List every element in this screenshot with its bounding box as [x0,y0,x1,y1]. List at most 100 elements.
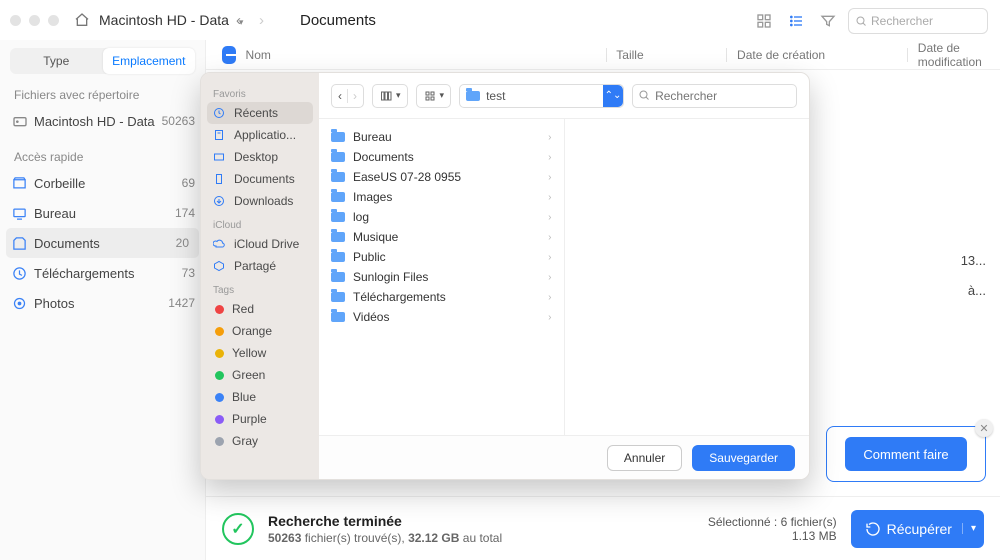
disk-count: 50263 [162,114,195,128]
folder-icon [331,192,345,202]
folder-icon [331,272,345,282]
icloud-icon [213,238,229,250]
main-search[interactable]: Rechercher [848,8,988,34]
tag-dot-icon [215,305,224,314]
icloud-label: iCloud [201,212,319,233]
disk-label: Macintosh HD - Data [34,114,155,129]
fav-item[interactable]: Applicatio... [201,124,319,146]
icloud-item[interactable]: Partagé [201,255,319,277]
sidebar-item-photos[interactable]: Photos1427 [0,288,205,318]
forward-button[interactable]: › [259,12,264,29]
dialog-sidebar: Favoris RécentsApplicatio...DesktopDocum… [201,73,319,479]
tab-location[interactable]: Emplacement [103,48,196,74]
folder-row[interactable]: Téléchargements› [323,287,560,307]
filter-icon[interactable] [820,13,840,29]
save-button[interactable]: Sauvegarder [692,445,795,471]
status-selection: Sélectionné : 6 fichier(s) 1.13 MB [708,515,837,543]
fav-icon [213,173,229,185]
folder-row[interactable]: Bureau› [323,127,560,147]
fav-item[interactable]: Downloads [201,190,319,212]
col-created[interactable]: Date de création [737,48,907,62]
tag-item[interactable]: Purple [201,408,319,430]
icloud-item[interactable]: iCloud Drive [201,233,319,255]
fav-item[interactable]: Desktop [201,146,319,168]
folder-row[interactable]: Sunlogin Files› [323,267,560,287]
tag-item[interactable]: Blue [201,386,319,408]
fav-item[interactable]: Documents [201,168,319,190]
section-repo-label: Fichiers avec répertoire [0,82,205,106]
disk-item[interactable]: Macintosh HD - Data 50263 [0,106,205,136]
close-icon[interactable]: ✕ [975,419,993,437]
dialog-search-input[interactable] [632,84,797,108]
chevron-right-icon: › [548,232,551,243]
back-icon: ‹ [338,89,342,103]
folder-row[interactable]: Documents› [323,147,560,167]
group-by-icon[interactable]: ▾ [416,84,452,108]
col-modified[interactable]: Date de modification [918,41,1000,69]
sidebar-item-documents[interactable]: Documents20 [6,228,199,258]
sidebar-item-téléchargements[interactable]: Téléchargements73 [0,258,205,288]
location-selector[interactable]: Macintosh HD - Data ▾ [99,12,243,28]
icloud-icon [213,260,229,272]
view-columns-icon[interactable]: ▾ [372,84,408,108]
dialog-search[interactable] [632,84,797,108]
location-popup[interactable]: test ⌃⌄ [459,84,624,108]
traffic-lights[interactable] [10,15,59,26]
chevron-down-icon[interactable]: ▾ [962,523,976,534]
tag-dot-icon [215,415,224,424]
item-icon [12,266,34,281]
chevron-right-icon: › [548,132,551,143]
fav-icon [213,129,229,141]
chevron-right-icon: › [548,212,551,223]
select-all-checkbox[interactable] [222,46,236,64]
status-bar: ✓ Recherche terminée 50263 fichier(s) tr… [206,496,1000,560]
sidebar-item-bureau[interactable]: Bureau174 [0,198,205,228]
sidebar-item-corbeille[interactable]: Corbeille69 [0,168,205,198]
folder-row[interactable]: log› [323,207,560,227]
folder-column: Bureau›Documents›EaseUS 07-28 0955›Image… [319,119,565,435]
tag-item[interactable]: Yellow [201,342,319,364]
folder-icon [331,172,345,182]
folder-row[interactable]: EaseUS 07-28 0955› [323,167,560,187]
folder-icon [331,292,345,302]
tag-item[interactable]: Orange [201,320,319,342]
item-icon [12,296,34,311]
chevron-down-icon: ▾ [440,90,445,101]
location-name: test [486,89,505,103]
chevron-right-icon: › [548,252,551,263]
tag-item[interactable]: Gray [201,430,319,452]
folder-row[interactable]: Public› [323,247,560,267]
col-size[interactable]: Taille [616,48,726,62]
status-complete-icon: ✓ [222,513,254,545]
titlebar: Macintosh HD - Data ▾ ‹ › Documents [0,0,1000,40]
folder-icon [331,312,345,322]
preview-column [565,119,810,435]
how-to-button[interactable]: Comment faire [845,437,966,471]
status-text: Recherche terminée 50263 fichier(s) trou… [268,513,502,545]
dialog-nav[interactable]: ‹› [331,84,364,108]
folder-row[interactable]: Vidéos› [323,307,560,327]
cancel-button[interactable]: Annuler [607,445,682,471]
fav-item[interactable]: Récents [207,102,313,124]
tag-item[interactable]: Red [201,298,319,320]
search-icon [855,15,867,27]
tag-item[interactable]: Green [201,364,319,386]
favorites-label: Favoris [201,81,319,102]
folder-row[interactable]: Images› [323,187,560,207]
col-name[interactable]: Nom [246,48,606,62]
dialog-footer: Annuler Sauvegarder [319,435,809,479]
recover-icon [865,521,881,537]
tag-dot-icon [215,437,224,446]
folder-icon [466,91,480,101]
disk-icon [12,113,34,129]
left-pane: Type Emplacement Fichiers avec répertoir… [0,40,206,560]
folder-icon [331,232,345,242]
recover-button[interactable]: Récupérer ▾ [851,510,984,548]
tab-type[interactable]: Type [10,48,103,74]
list-view-icon[interactable] [788,13,808,29]
grid-view-icon[interactable] [756,13,776,29]
tag-dot-icon [215,327,224,336]
back-button[interactable]: ‹ [236,12,241,29]
folder-row[interactable]: Musique› [323,227,560,247]
search-icon [638,89,650,101]
